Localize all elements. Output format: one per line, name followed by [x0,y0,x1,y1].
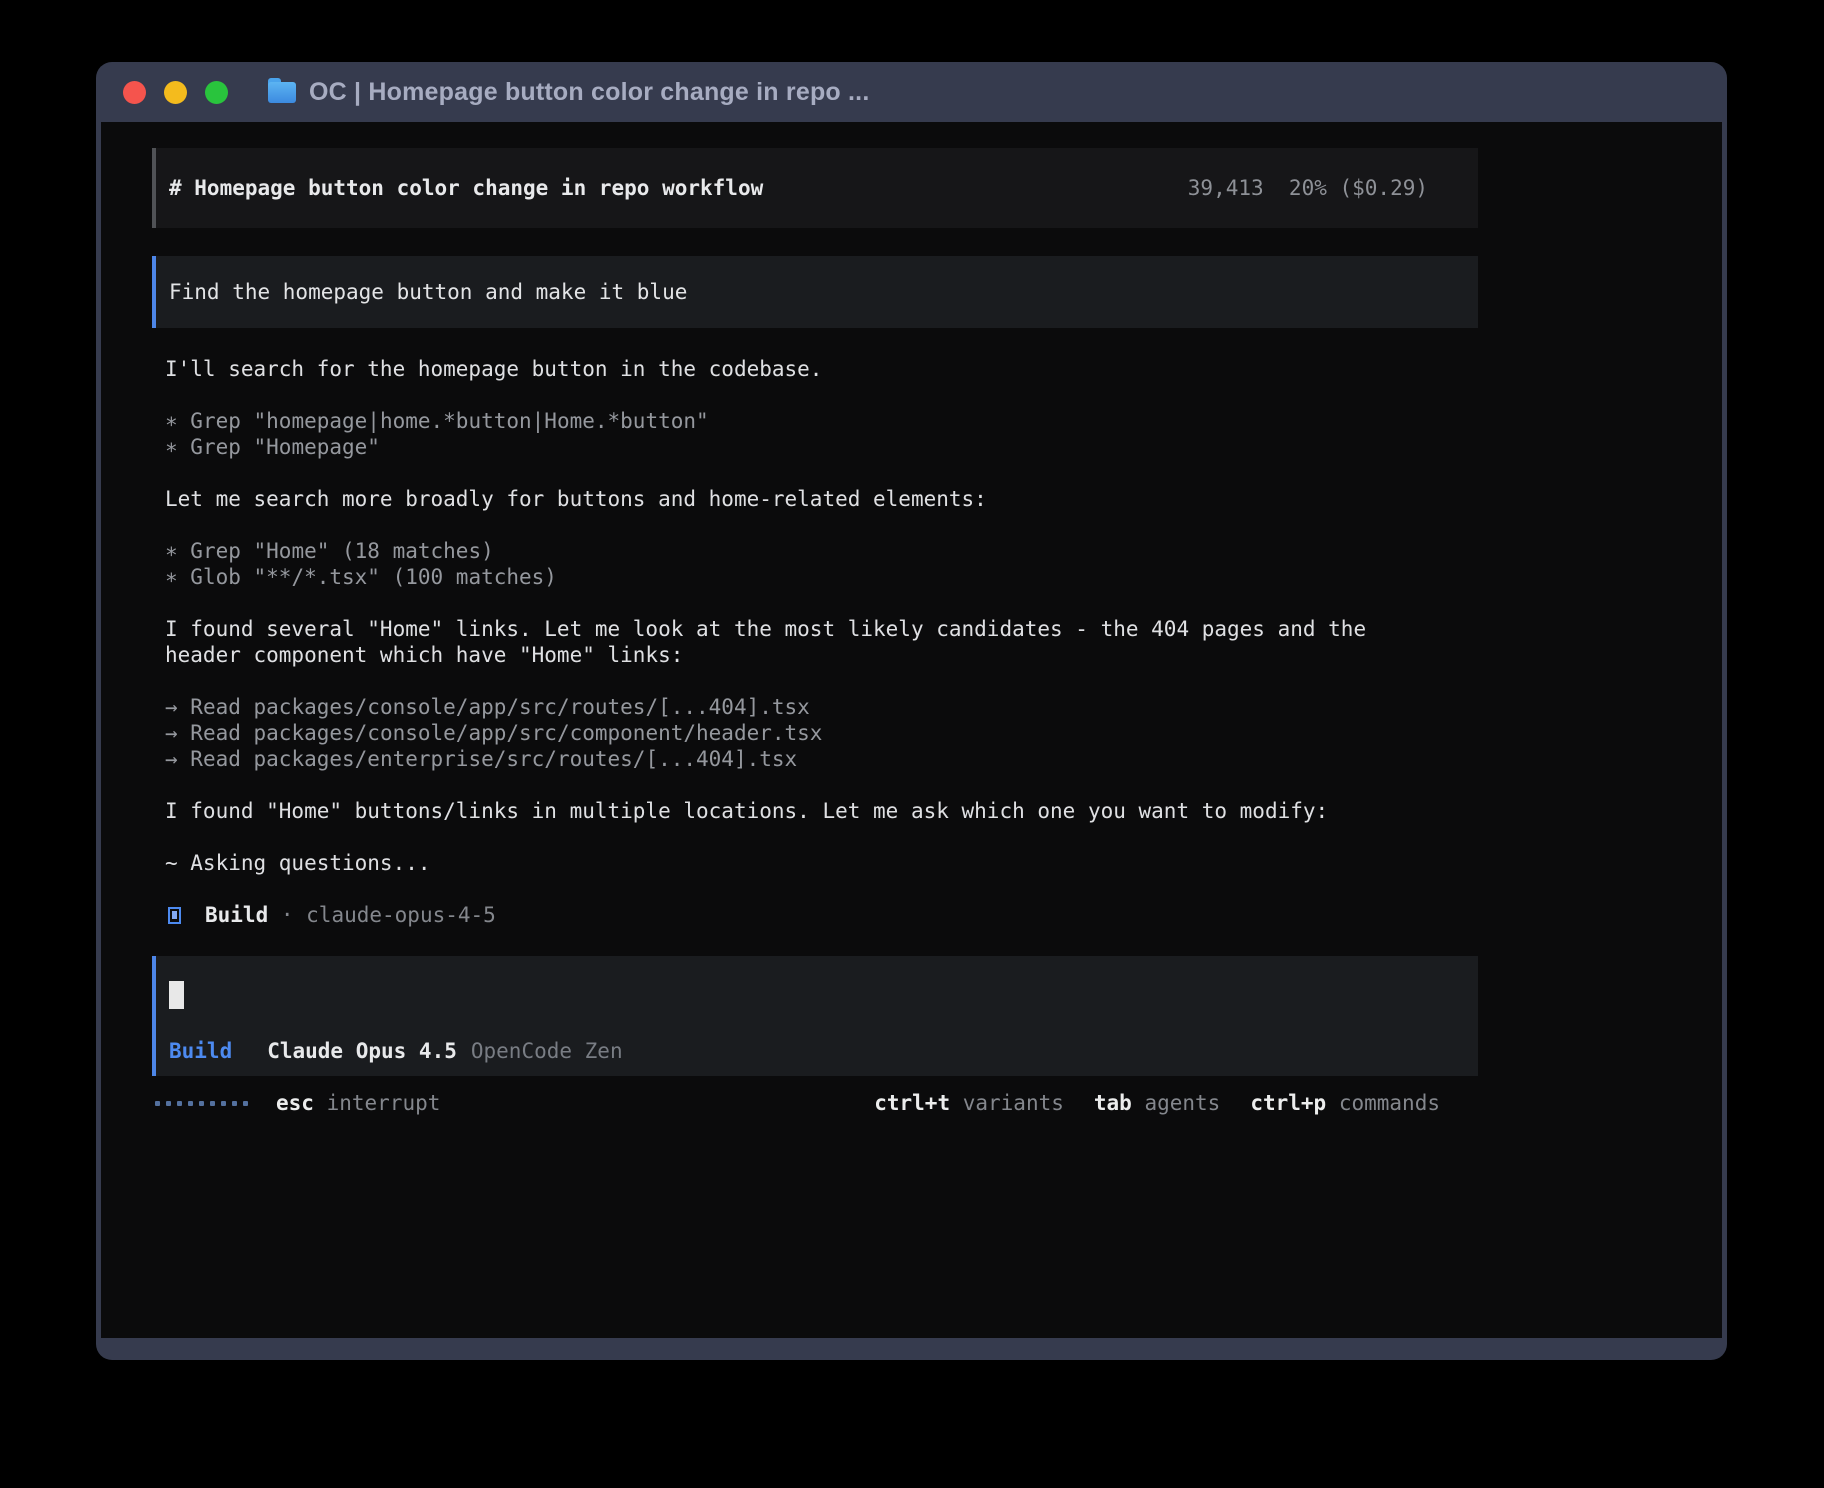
assistant-paragraph: header component which have "Home" links… [165,642,1478,668]
tool-call-grep: ∗ Grep "Home" (18 matches) [165,538,1478,564]
shortcut-interrupt: esc interrupt [276,1090,440,1116]
input-model-label[interactable]: Claude Opus 4.5 [267,1038,457,1064]
spinner-dot [155,1101,160,1106]
user-message: Find the homepage button and make it blu… [152,256,1478,328]
window-title: OC | Homepage button color change in rep… [309,78,869,107]
session-metrics: 39,413 20% ($0.29) [1188,175,1428,201]
titlebar: OC | Homepage button color change in rep… [101,62,1722,122]
spinner-dot [210,1101,215,1106]
input-footer: Build Claude Opus 4.5 OpenCode Zen [169,1038,1478,1064]
tool-call-read: → Read packages/console/app/src/componen… [165,720,1478,746]
tool-call-grep: ∗ Grep "Homepage" [165,434,1478,460]
tool-call-grep: ∗ Grep "homepage|home.*button|Home.*butt… [165,408,1478,434]
traffic-lights [123,81,228,104]
session-title: # Homepage button color change in repo w… [169,175,763,201]
assistant-response: I'll search for the homepage button in t… [152,356,1478,928]
title-group: OC | Homepage button color change in rep… [268,78,869,107]
spinner-dot [243,1101,248,1106]
input-provider-label: OpenCode Zen [471,1038,623,1064]
terminal-content: # Homepage button color change in repo w… [101,122,1722,1338]
assistant-paragraph: I found several "Home" links. Let me loo… [165,616,1478,642]
spinner-dot [166,1101,171,1106]
spinner-dot [188,1101,193,1106]
arrow-right-icon: → [165,747,178,771]
dot-separator: · [268,902,306,928]
text-cursor [169,981,184,1009]
assistant-paragraph: Let me search more broadly for buttons a… [165,486,1478,512]
agent-build-icon [168,907,181,924]
arrow-right-icon: → [165,721,178,745]
status-left: esc interrupt [155,1090,440,1116]
close-button[interactable] [123,81,146,104]
user-message-text: Find the homepage button and make it blu… [169,279,687,305]
zoom-button[interactable] [205,81,228,104]
spinner-dot [221,1101,226,1106]
status-bar: esc interrupt ctrl+t variants tab agents [152,1090,1478,1116]
tool-call-read: → Read packages/console/app/src/routes/[… [165,694,1478,720]
terminal-window: OC | Homepage button color change in rep… [96,62,1727,1360]
tool-call-glob: ∗ Glob "**/*.tsx" (100 matches) [165,564,1478,590]
prompt-input[interactable]: Build Claude Opus 4.5 OpenCode Zen [152,956,1478,1076]
asterisk-icon: ∗ [165,565,178,589]
session-header: # Homepage button color change in repo w… [152,148,1478,228]
status-right: ctrl+t variants tab agents ctrl+p comman… [874,1090,1440,1116]
shortcut-variants: ctrl+t variants [874,1090,1064,1116]
asterisk-icon: ∗ [165,435,178,459]
spinner-dots [155,1101,248,1106]
tool-call-read: → Read packages/enterprise/src/routes/[.… [165,746,1478,772]
asterisk-icon: ∗ [165,409,178,433]
minimize-button[interactable] [164,81,187,104]
spinner-dot [232,1101,237,1106]
spinner-dot [199,1101,204,1106]
working-status: ~ Asking questions... [165,850,1478,876]
folder-icon [268,82,296,103]
arrow-right-icon: → [165,695,178,719]
input-agent-label[interactable]: Build [169,1038,232,1064]
agent-model: claude-opus-4-5 [306,902,496,928]
agent-status-line: Build · claude-opus-4-5 [165,902,1478,928]
assistant-paragraph: I'll search for the homepage button in t… [165,356,1478,382]
shortcut-commands: ctrl+p commands [1250,1090,1440,1116]
spinner-dot [177,1101,182,1106]
shortcut-agents: tab agents [1094,1090,1220,1116]
asterisk-icon: ∗ [165,539,178,563]
assistant-paragraph: I found "Home" buttons/links in multiple… [165,798,1478,824]
agent-name: Build [205,902,268,928]
